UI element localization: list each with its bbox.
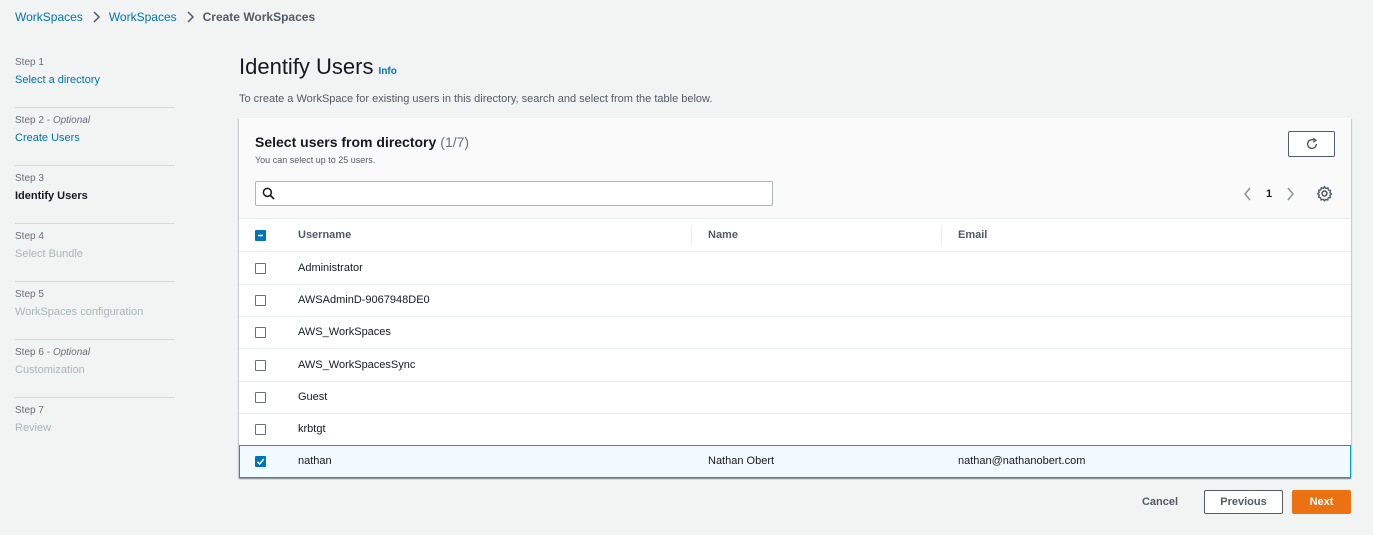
breadcrumb-current: Create WorkSpaces	[202, 10, 316, 24]
wizard-steps: Step 1 Select a directory Step 2 - Optio…	[15, 50, 175, 456]
search-icon	[262, 187, 275, 200]
refresh-icon	[1306, 137, 1317, 150]
cell-username: krbtgt	[298, 423, 326, 435]
step-number: Step 2 - Optional	[15, 115, 91, 126]
step-number: Step 7	[15, 405, 44, 416]
search-input[interactable]	[278, 184, 768, 203]
refresh-button[interactable]	[1288, 131, 1335, 157]
step-number: Step 4	[15, 231, 44, 242]
step-link-create-users[interactable]: Create Users	[15, 130, 175, 146]
step-workspaces-configuration: WorkSpaces configuration	[15, 306, 144, 318]
table-subtitle: You can select up to 25 users.	[255, 155, 376, 165]
cell-name: Nathan Obert	[708, 455, 775, 467]
step-number: Step 5	[15, 289, 44, 300]
table-row[interactable]: AWS_WorkSpacesSync	[239, 349, 1351, 382]
step-current-identify-users: Identify Users	[15, 190, 88, 202]
next-button[interactable]: Next	[1292, 490, 1351, 514]
column-header-name[interactable]: Name	[708, 229, 738, 241]
select-all-checkbox[interactable]	[255, 230, 266, 241]
cell-username: Administrator	[298, 262, 363, 274]
column-header-email[interactable]: Email	[958, 229, 987, 241]
step-number: Step 6 - Optional	[15, 347, 91, 358]
users-table-container: Select users from directory (1/7) You can…	[239, 118, 1351, 478]
chevron-right-icon	[83, 11, 109, 23]
page-description: To create a WorkSpace for existing users…	[239, 93, 713, 105]
row-checkbox[interactable]	[255, 392, 266, 403]
step-link-select-directory[interactable]: Select a directory	[15, 72, 175, 88]
cell-username: nathan	[298, 455, 332, 467]
search-field[interactable]	[255, 181, 773, 206]
gear-icon[interactable]	[1316, 185, 1333, 202]
chevron-right-icon	[177, 11, 203, 23]
wizard-step-2: Step 2 - Optional Create Users	[15, 108, 175, 166]
table-row[interactable]: krbtgt	[239, 413, 1351, 446]
table-title-text: Select users from directory	[255, 134, 437, 150]
table-row-selected[interactable]: nathan Nathan Obert nathan@nathanobert.c…	[239, 445, 1351, 478]
page-title: Identify Users Info	[239, 54, 397, 80]
pagination: 1	[1242, 185, 1296, 203]
breadcrumb: WorkSpaces WorkSpaces Create WorkSpaces	[15, 9, 315, 25]
table-header: Select users from directory (1/7) You can…	[239, 118, 1351, 219]
previous-button[interactable]: Previous	[1204, 490, 1283, 514]
column-header-username[interactable]: Username	[298, 229, 351, 241]
table-row[interactable]: Administrator	[239, 252, 1351, 285]
cancel-button[interactable]: Cancel	[1128, 490, 1192, 514]
step-select-bundle: Select Bundle	[15, 248, 83, 260]
breadcrumb-workspaces[interactable]: WorkSpaces	[109, 10, 177, 24]
step-customization: Customization	[15, 364, 85, 376]
breadcrumb-workspaces-root[interactable]: WorkSpaces	[15, 10, 83, 24]
row-checkbox[interactable]	[255, 360, 266, 371]
step-review: Review	[15, 422, 52, 434]
step-number: Step 1	[15, 57, 44, 68]
cell-username: AWS_WorkSpacesSync	[298, 359, 416, 371]
row-checkbox[interactable]	[255, 327, 266, 338]
wizard-step-1: Step 1 Select a directory	[15, 50, 175, 108]
selection-count: (1/7)	[440, 134, 470, 150]
wizard-step-6: Step 6 - Optional Customization	[15, 340, 175, 398]
row-checkbox[interactable]	[255, 263, 266, 274]
wizard-step-5: Step 5 WorkSpaces configuration	[15, 282, 175, 340]
page-title-text: Identify Users	[239, 54, 374, 79]
cell-username: AWS_WorkSpaces	[298, 326, 391, 338]
column-divider	[941, 226, 942, 245]
table-row[interactable]: Guest	[239, 381, 1351, 414]
column-divider	[691, 226, 692, 245]
info-link[interactable]: Info	[379, 66, 397, 77]
wizard-step-4: Step 4 Select Bundle	[15, 224, 175, 282]
table-row[interactable]: AWS_WorkSpaces	[239, 316, 1351, 349]
row-checkbox[interactable]	[255, 424, 266, 435]
row-checkbox-checked[interactable]	[255, 456, 266, 467]
wizard-step-7: Step 7 Review	[15, 398, 175, 456]
chevron-right-icon[interactable]	[1284, 187, 1296, 201]
page-number[interactable]: 1	[1254, 188, 1284, 200]
table-row[interactable]: AWSAdminD-9067948DE0	[239, 284, 1351, 317]
chevron-left-icon[interactable]	[1242, 187, 1254, 201]
cell-email: nathan@nathanobert.com	[958, 455, 1086, 467]
cell-username: AWSAdminD-9067948DE0	[298, 294, 430, 306]
cell-username: Guest	[298, 391, 328, 403]
row-checkbox[interactable]	[255, 295, 266, 306]
step-number: Step 3	[15, 173, 44, 184]
table-title: Select users from directory (1/7)	[255, 134, 469, 150]
wizard-step-3: Step 3 Identify Users	[15, 166, 175, 224]
table-column-header: Username Name Email	[239, 219, 1351, 252]
